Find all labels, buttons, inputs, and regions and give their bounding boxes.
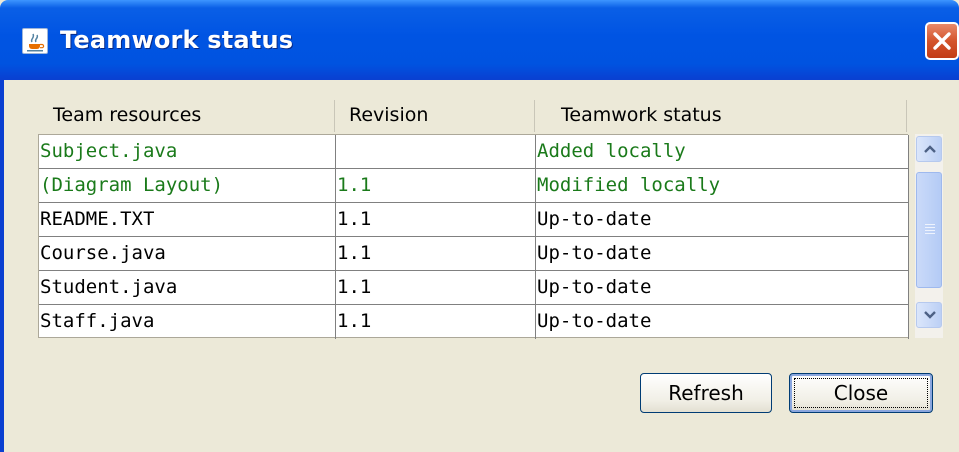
close-window-button[interactable] (925, 22, 959, 60)
cell-resource: Subject.java (40, 140, 178, 162)
title-bar[interactable]: Teamwork status (0, 0, 959, 80)
row-gridline (39, 304, 909, 305)
cell-revision: 1.1 (337, 242, 372, 264)
refresh-button[interactable]: Refresh (640, 373, 772, 413)
column-gridline (908, 135, 909, 339)
cell-status: Up-to-date (537, 276, 652, 298)
window-frame-left (0, 80, 4, 452)
table-body: Subject.java Added locally (Diagram Layo… (38, 134, 909, 339)
thumb-grip (925, 224, 935, 225)
table-row[interactable]: Subject.java Added locally (39, 135, 909, 169)
scroll-down-button[interactable] (916, 302, 942, 328)
teamwork-table: Team resources Revision Teamwork status … (38, 96, 909, 339)
thumb-grip (925, 230, 935, 231)
cell-resource: README.TXT (40, 208, 155, 230)
java-cup-icon (22, 28, 48, 54)
focus-ring (794, 378, 928, 408)
scroll-up-button[interactable] (916, 136, 942, 162)
close-button[interactable]: Close (789, 373, 933, 413)
cell-resource: Course.java (40, 242, 166, 264)
row-gridline (39, 168, 909, 169)
cell-status: Up-to-date (537, 310, 652, 332)
thumb-grip (925, 233, 935, 234)
thumb-grip (925, 227, 935, 228)
cell-revision: 1.1 (337, 310, 372, 332)
column-divider[interactable] (534, 100, 535, 132)
column-divider[interactable] (906, 100, 907, 132)
table-row[interactable]: Student.java 1.1 Up-to-date (39, 271, 909, 305)
chevron-up-icon (924, 145, 936, 153)
row-gridline (39, 270, 909, 271)
column-divider[interactable] (334, 100, 335, 132)
cell-resource: Student.java (40, 276, 178, 298)
cell-status: Added locally (537, 140, 686, 162)
cell-revision: 1.1 (337, 174, 372, 196)
window-title: Teamwork status (60, 26, 294, 54)
column-header-team-resources[interactable]: Team resources (53, 96, 201, 134)
chevron-down-icon (924, 311, 936, 319)
table-header: Team resources Revision Teamwork status (38, 96, 908, 134)
column-header-revision[interactable]: Revision (349, 96, 428, 134)
table-row[interactable]: README.TXT 1.1 Up-to-date (39, 203, 909, 237)
cell-status: Up-to-date (537, 208, 652, 230)
cell-status: Up-to-date (537, 242, 652, 264)
row-gridline (39, 236, 909, 237)
column-gridline (335, 135, 336, 339)
cell-resource: Staff.java (40, 310, 155, 332)
table-row[interactable]: (Diagram Layout) 1.1 Modified locally (39, 169, 909, 203)
column-header-teamwork-status[interactable]: Teamwork status (561, 96, 722, 134)
row-gridline (39, 202, 909, 203)
table-row[interactable]: Course.java 1.1 Up-to-date (39, 237, 909, 271)
cell-revision: 1.1 (337, 276, 372, 298)
cell-status: Modified locally (537, 174, 721, 196)
table-row[interactable]: Staff.java 1.1 Up-to-date (39, 305, 909, 339)
vertical-scrollbar[interactable] (915, 134, 943, 338)
column-gridline (535, 135, 536, 339)
cell-revision: 1.1 (337, 208, 372, 230)
scroll-thumb[interactable] (916, 172, 942, 288)
cell-revision (336, 135, 534, 169)
cell-resource: (Diagram Layout) (40, 174, 224, 196)
close-x-icon (933, 32, 951, 50)
teamwork-status-dialog: Teamwork status Team resources Revision … (0, 0, 959, 452)
